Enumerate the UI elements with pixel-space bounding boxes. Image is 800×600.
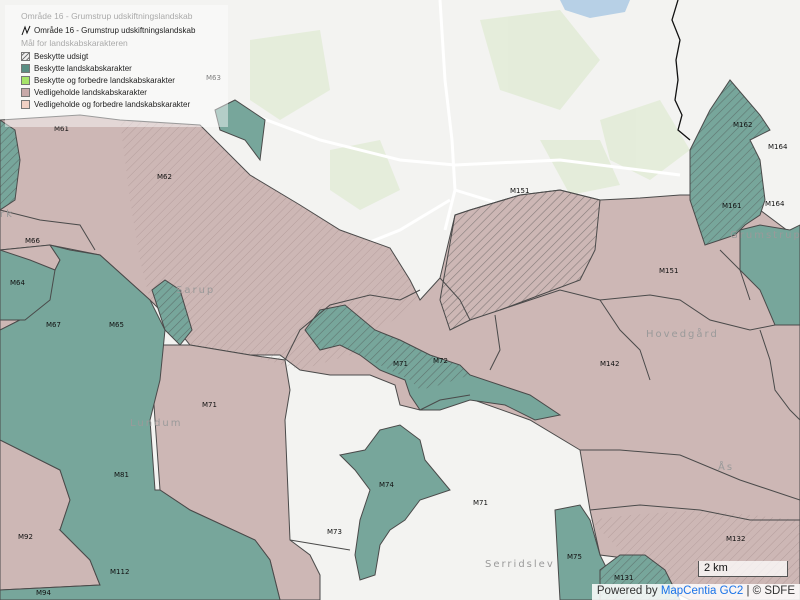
place-label: Ås xyxy=(718,460,734,473)
place-label: Sarup xyxy=(176,285,215,296)
legend-row: Beskytte og forbedre landskabskarakter xyxy=(21,74,228,86)
zone-label: M112 xyxy=(110,568,129,576)
place-label: Serridslev xyxy=(485,559,555,570)
color-swatch xyxy=(21,99,30,109)
legend-item-label: Beskytte udsigt xyxy=(34,51,89,61)
zone-label: M72 xyxy=(433,357,448,365)
legend-title: Område 16 - Grumstrup udskiftningslandsk… xyxy=(21,11,193,21)
zone-label: M151 xyxy=(659,267,678,275)
place-label: Hovedgård xyxy=(646,327,719,340)
legend-row: Vedligeholde landskabskarakter xyxy=(21,86,228,98)
boundary-line-icon xyxy=(21,25,31,35)
zone-label: M71 xyxy=(473,499,488,507)
zone-label: M142 xyxy=(600,360,619,368)
scale-bar-label: 2 km xyxy=(704,562,728,574)
color-swatch xyxy=(21,75,30,85)
zone-label: M71 xyxy=(202,401,217,409)
legend-item-label: Vedligeholde og forbedre landskabskarakt… xyxy=(34,99,191,109)
legend-boundary-label: Område 16 - Grumstrup udskiftningslandsk… xyxy=(34,25,196,35)
scale-bar: 2 km xyxy=(698,561,788,577)
zone-label: M75 xyxy=(567,553,582,561)
zone-label: M71 xyxy=(393,360,408,368)
zone-label: M151 xyxy=(510,187,529,195)
zone-label: M81 xyxy=(114,471,129,479)
attribution: Powered by MapCentia GC2 | © SDFE xyxy=(591,584,800,600)
color-swatch xyxy=(21,87,30,97)
place-label: rk xyxy=(0,209,14,220)
map-legend: Område 16 - Grumstrup udskiftningslandsk… xyxy=(5,5,228,127)
legend-row: Vedligeholde og forbedre landskabskarakt… xyxy=(21,98,228,110)
legend-subtitle: Mål for landskabskarakteren xyxy=(21,38,128,48)
legend-row: Beskytte landskabskarakter xyxy=(21,62,228,74)
legend-item-label: Beskytte landskabskarakter xyxy=(34,63,132,73)
zone-label: M66 xyxy=(25,237,40,245)
zone-label: M65 xyxy=(109,321,124,329)
color-swatch xyxy=(21,63,30,73)
zone-label: M67 xyxy=(46,321,61,329)
zone-label: M132 xyxy=(726,535,745,543)
zone-label: M74 xyxy=(379,481,394,489)
zone-label: M62 xyxy=(157,173,172,181)
legend-item-label: Beskytte og forbedre landskabskarakter xyxy=(34,75,175,85)
zone-label: M131 xyxy=(614,574,633,582)
legend-row: Beskytte udsigt xyxy=(21,50,228,62)
zone-label: M161 xyxy=(722,202,741,210)
mapcentia-link[interactable]: MapCentia GC2 xyxy=(661,585,743,597)
legend-item-label: Vedligeholde landskabskarakter xyxy=(34,87,147,97)
zone-label: M164 xyxy=(765,200,785,208)
place-label: Grumstrup xyxy=(730,230,800,241)
zone-label: M73 xyxy=(327,528,342,536)
zone-label: M164 xyxy=(768,143,788,151)
zone-label: M92 xyxy=(18,533,33,541)
legend-row-boundary: Område 16 - Grumstrup udskiftningslandsk… xyxy=(21,24,228,36)
place-label: Lundum xyxy=(130,418,183,429)
attribution-prefix: Powered by xyxy=(596,585,661,597)
zone-label: M162 xyxy=(733,121,752,129)
zone-label: M64 xyxy=(10,279,25,287)
zone-label: M94 xyxy=(36,589,51,597)
attribution-suffix: | © SDFE xyxy=(743,585,795,597)
hatch-swatch-icon xyxy=(21,51,30,61)
